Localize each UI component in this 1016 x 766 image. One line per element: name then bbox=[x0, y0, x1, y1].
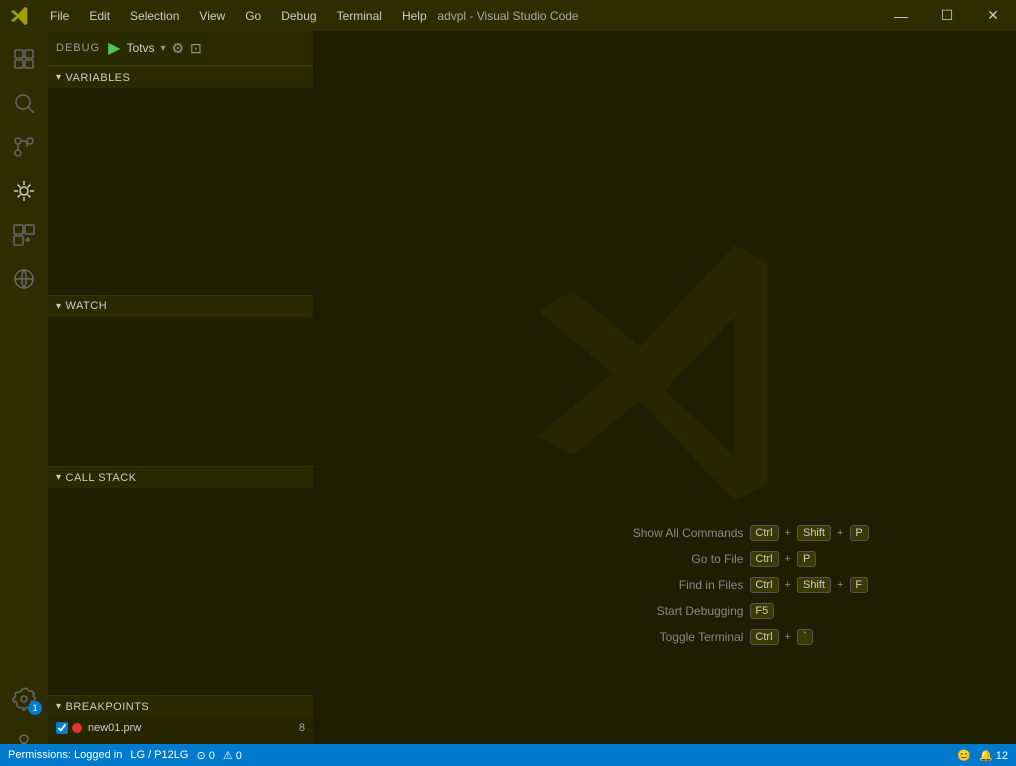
window-title: advpl - Visual Studio Code bbox=[437, 9, 578, 23]
status-errors-text: ⊙ 0 bbox=[196, 749, 214, 762]
kbd-backtick: ` bbox=[797, 629, 813, 645]
watch-body bbox=[48, 317, 313, 467]
kbd-ctrl-2: Ctrl bbox=[749, 551, 778, 567]
debug-title: DEBUG bbox=[56, 42, 100, 54]
debug-sidebar: DEBUG ▶ Totvs ▾ ⚙ ⊡ ▾ VARIABLES bbox=[48, 31, 313, 766]
shortcut-label-commands: Show All Commands bbox=[613, 526, 743, 540]
settings-icon[interactable]: 1 bbox=[4, 679, 44, 719]
variables-header[interactable]: ▾ VARIABLES bbox=[48, 66, 313, 88]
kbd-f5: F5 bbox=[749, 603, 774, 619]
shortcut-label-find: Find in Files bbox=[613, 578, 743, 592]
shortcut-label-debug: Start Debugging bbox=[613, 604, 743, 618]
shortcut-label-file: Go to File bbox=[613, 552, 743, 566]
search-icon[interactable] bbox=[4, 83, 44, 123]
explorer-icon[interactable] bbox=[4, 39, 44, 79]
shortcut-row-terminal: Toggle Terminal Ctrl + ` bbox=[613, 629, 868, 645]
debug-header: DEBUG ▶ Totvs ▾ ⚙ ⊡ bbox=[48, 31, 313, 66]
shortcut-row-debug: Start Debugging F5 bbox=[613, 603, 868, 619]
status-right: 😊 🔔 12 bbox=[957, 749, 1008, 762]
status-bar: Permissions: Logged in LG / P12LG ⊙ 0 ⚠ … bbox=[0, 744, 1016, 766]
menu-debug[interactable]: Debug bbox=[271, 0, 326, 31]
status-permissions[interactable]: Permissions: Logged in bbox=[8, 749, 122, 761]
callstack-body bbox=[48, 488, 313, 695]
kbd-f-3: F bbox=[849, 577, 868, 593]
variables-label: VARIABLES bbox=[66, 72, 131, 84]
callstack-header[interactable]: ▾ CALL STACK bbox=[48, 466, 313, 488]
kbd-ctrl-4: Ctrl bbox=[749, 629, 778, 645]
kbd-p-1: P bbox=[849, 525, 868, 541]
shortcut-row-find: Find in Files Ctrl + Shift + F bbox=[613, 577, 868, 593]
menu-edit[interactable]: Edit bbox=[79, 0, 120, 31]
play-button[interactable]: ▶ bbox=[108, 38, 120, 58]
editor-area: Show All Commands Ctrl + Shift + P Go to… bbox=[313, 31, 1016, 766]
status-left: Permissions: Logged in LG / P12LG ⊙ 0 ⚠ … bbox=[8, 749, 242, 762]
settings-badge: 1 bbox=[28, 701, 42, 715]
maximize-button[interactable]: ☐ bbox=[924, 0, 970, 31]
variables-body bbox=[48, 88, 313, 295]
status-notifications-text: 🔔 12 bbox=[979, 749, 1008, 762]
variables-arrow-icon: ▾ bbox=[56, 72, 62, 83]
shortcut-row-file: Go to File Ctrl + P bbox=[613, 551, 868, 567]
status-emoji[interactable]: 😊 bbox=[957, 749, 971, 762]
menu-terminal[interactable]: Terminal bbox=[327, 0, 392, 31]
config-arrow-icon: ▾ bbox=[160, 43, 165, 54]
window-controls: — ☐ ✕ bbox=[878, 0, 1016, 31]
source-control-icon[interactable] bbox=[4, 127, 44, 167]
variables-section: ▾ VARIABLES bbox=[48, 66, 313, 295]
status-errors[interactable]: ⊙ 0 bbox=[196, 749, 214, 762]
shortcut-label-terminal: Toggle Terminal bbox=[613, 630, 743, 644]
debug-gear-icon[interactable]: ⚙ bbox=[171, 40, 184, 57]
callstack-arrow-icon: ▾ bbox=[56, 472, 62, 483]
breakpoint-item[interactable]: new01.prw 8 bbox=[48, 717, 313, 739]
kbd-ctrl-3: Ctrl bbox=[749, 577, 778, 593]
menu-selection[interactable]: Selection bbox=[120, 0, 189, 31]
extensions-icon[interactable] bbox=[4, 215, 44, 255]
status-user-text: LG / P12LG bbox=[130, 749, 188, 761]
debug-split-icon[interactable]: ⊡ bbox=[190, 40, 202, 57]
vscode-watermark bbox=[525, 233, 805, 516]
remote-icon[interactable] bbox=[4, 259, 44, 299]
title-bar: File Edit Selection View Go Debug Termin… bbox=[0, 0, 1016, 31]
activity-bar: 1 bbox=[0, 31, 48, 766]
watch-section: ▾ WATCH bbox=[48, 295, 313, 467]
vscode-logo bbox=[0, 6, 40, 26]
breakpoints-header[interactable]: ▾ BREAKPOINTS bbox=[48, 695, 313, 717]
close-button[interactable]: ✕ bbox=[970, 0, 1016, 31]
breakpoints-arrow-icon: ▾ bbox=[56, 701, 62, 712]
breakpoints-label: BREAKPOINTS bbox=[66, 701, 150, 713]
minimize-button[interactable]: — bbox=[878, 0, 924, 31]
breakpoint-dot-icon bbox=[72, 723, 82, 733]
status-warnings-text: ⚠ 0 bbox=[223, 749, 242, 762]
breakpoint-filename: new01.prw bbox=[88, 722, 299, 734]
menu-view[interactable]: View bbox=[189, 0, 235, 31]
breakpoint-checkbox[interactable] bbox=[56, 722, 68, 734]
debug-controls: ▶ Totvs ▾ ⚙ ⊡ bbox=[108, 38, 202, 58]
kbd-p-2: P bbox=[797, 551, 816, 567]
callstack-section: ▾ CALL STACK bbox=[48, 466, 313, 695]
watch-label: WATCH bbox=[66, 300, 108, 312]
kbd-shift-3: Shift bbox=[797, 577, 831, 593]
status-notifications[interactable]: 🔔 12 bbox=[979, 749, 1008, 762]
menu-file[interactable]: File bbox=[40, 0, 79, 31]
watch-header[interactable]: ▾ WATCH bbox=[48, 295, 313, 317]
status-permissions-text: Permissions: Logged in bbox=[8, 749, 122, 761]
kbd-shift-1: Shift bbox=[797, 525, 831, 541]
breakpoint-count: 8 bbox=[299, 722, 305, 734]
debug-config-name[interactable]: Totvs bbox=[126, 41, 154, 55]
status-warnings[interactable]: ⚠ 0 bbox=[223, 749, 242, 762]
status-emoji-text: 😊 bbox=[957, 749, 971, 762]
status-user[interactable]: LG / P12LG bbox=[130, 749, 188, 761]
menu-go[interactable]: Go bbox=[235, 0, 271, 31]
watch-arrow-icon: ▾ bbox=[56, 301, 62, 312]
shortcuts-container: Show All Commands Ctrl + Shift + P Go to… bbox=[613, 525, 868, 655]
menu-help[interactable]: Help bbox=[392, 0, 437, 31]
callstack-label: CALL STACK bbox=[66, 472, 137, 484]
shortcut-row-commands: Show All Commands Ctrl + Shift + P bbox=[613, 525, 868, 541]
debug-icon[interactable] bbox=[4, 171, 44, 211]
kbd-ctrl-1: Ctrl bbox=[749, 525, 778, 541]
